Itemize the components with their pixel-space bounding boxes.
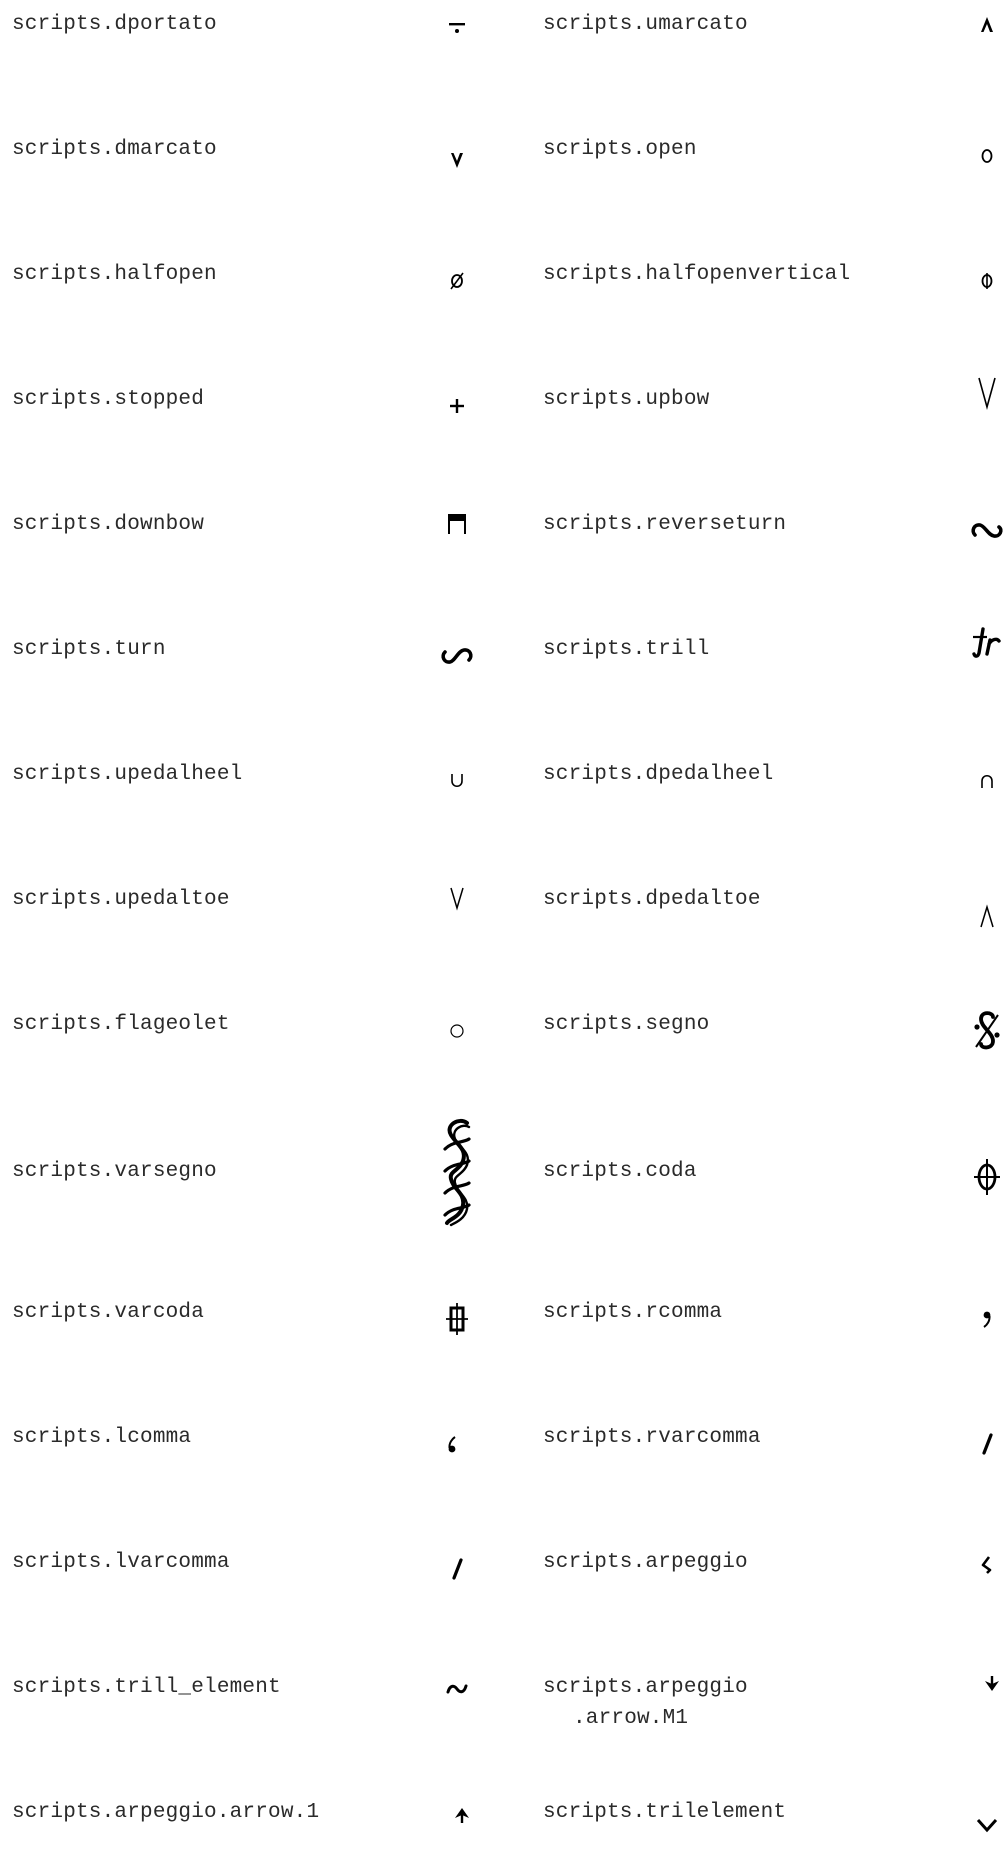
glyph-name-turn: scripts.turn [12, 638, 166, 661]
glyph-name-trill: scripts.trill [543, 638, 710, 661]
glyph-name-arpeggio: scripts.arpeggio [543, 1551, 748, 1574]
glyph-name-open: scripts.open [543, 138, 697, 161]
glyph-name-downbow: scripts.downbow [12, 513, 205, 536]
varsegno-icon [427, 1118, 487, 1227]
glyph-name-reverseturn: scripts.reverseturn [543, 513, 787, 536]
trill-icon [957, 593, 1006, 693]
glyph-name-coda: scripts.coda [543, 1160, 697, 1183]
varcoda-icon [427, 1269, 487, 1369]
glyph-name-umarcato: scripts.umarcato [543, 13, 748, 36]
arpeggio-arrow-1-icon [432, 1764, 492, 1864]
arpeggio-icon [957, 1515, 1006, 1615]
glyph-name-rvarcomma: scripts.rvarcomma [543, 1426, 761, 1449]
glyph-name-dpedaltoe: scripts.dpedaltoe [543, 888, 761, 911]
rcomma-icon [957, 1269, 1006, 1369]
arpeggio-arrow-m1-icon [962, 1635, 1006, 1735]
turn-icon [427, 606, 487, 706]
glyph-name-varcoda: scripts.varcoda [12, 1301, 205, 1324]
lcomma-icon [422, 1395, 482, 1495]
rvarcomma-icon [957, 1394, 1006, 1494]
upbow-icon [957, 343, 1006, 443]
glyph-name-lvarcomma: scripts.lvarcomma [12, 1551, 230, 1574]
glyph-name-upbow: scripts.upbow [543, 388, 710, 411]
glyph-name-halfopen: scripts.halfopen [12, 263, 217, 286]
segno-icon [957, 981, 1006, 1081]
open-icon [957, 106, 1006, 206]
glyph-name-halfopenvertical: scripts.halfopenvertical [543, 263, 851, 286]
glyph-name-varsegno: scripts.varsegno [12, 1160, 217, 1183]
upedaltoe-icon [427, 848, 487, 948]
dportato-icon [427, 0, 487, 78]
glyph-name-dportato: scripts.dportato [12, 13, 217, 36]
reverseturn-icon [957, 481, 1006, 581]
glyph-name-trill-element: scripts.trill_element [12, 1676, 281, 1699]
glyph-name-dmarcato: scripts.dmarcato [12, 138, 217, 161]
trilelement-icon [957, 1775, 1006, 1875]
halfopen-icon [427, 231, 487, 331]
glyph-name-trilelement: scripts.trilelement [543, 1801, 787, 1824]
umarcato-icon [957, 0, 1006, 74]
dpedalheel-icon [957, 731, 1006, 831]
glyph-name-segno: scripts.segno [543, 1013, 710, 1036]
trill-element-icon [427, 1639, 487, 1739]
coda-icon [957, 1127, 1006, 1227]
glyph-name-dpedalheel: scripts.dpedalheel [543, 763, 774, 786]
dmarcato-icon [427, 111, 487, 211]
stopped-icon [427, 356, 487, 456]
upedalheel-icon [427, 731, 487, 831]
glyph-name-stopped: scripts.stopped [12, 388, 205, 411]
downbow-icon [427, 474, 487, 574]
glyph-name-lcomma: scripts.lcomma [12, 1426, 192, 1449]
dpedaltoe-icon [957, 867, 1006, 967]
glyph-name-upedalheel: scripts.upedalheel [12, 763, 243, 786]
flageolet-icon [427, 981, 487, 1081]
glyph-name-flageolet: scripts.flageolet [12, 1013, 230, 1036]
glyph-name-arpeggio-arrow-1: scripts.arpeggio.arrow.1 [12, 1801, 320, 1824]
glyph-name-arpeggio-arrow-m1: scripts.arpeggio .arrow.M1 [543, 1676, 748, 1730]
lvarcomma-icon [427, 1519, 487, 1619]
glyph-name-rcomma: scripts.rcomma [543, 1301, 723, 1324]
halfopenvertical-icon [957, 231, 1006, 331]
glyph-name-upedaltoe: scripts.upedaltoe [12, 888, 230, 911]
